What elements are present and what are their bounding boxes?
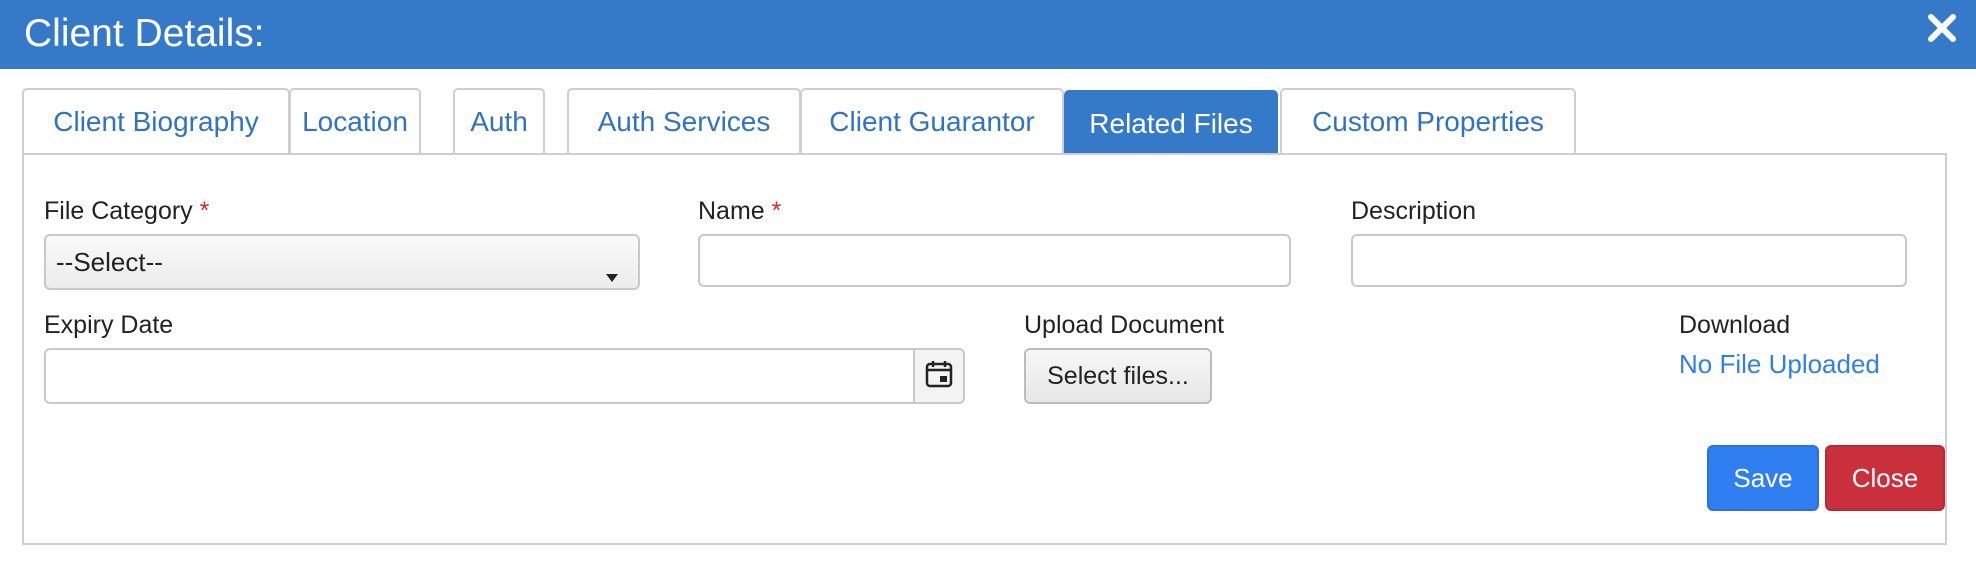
tab-related-files[interactable]: Related Files xyxy=(1064,90,1278,155)
file-category-selected: --Select-- xyxy=(56,246,163,277)
tab-label: Location xyxy=(302,105,408,137)
tab-label: Auth xyxy=(470,105,528,137)
tab-auth[interactable]: Auth xyxy=(453,88,545,153)
tab-label: Related Files xyxy=(1089,107,1253,139)
file-category-label: File Category * xyxy=(44,197,209,226)
file-category-label-text: File Category xyxy=(44,197,193,225)
no-file-uploaded-link[interactable]: No File Uploaded xyxy=(1679,349,1880,380)
dialog-header: Client Details: xyxy=(0,0,1976,69)
upload-document-label: Upload Document xyxy=(1024,311,1225,339)
expiry-date-label: Expiry Date xyxy=(44,311,174,339)
tab-client-biography[interactable]: Client Biography xyxy=(22,88,290,153)
close-button[interactable]: Close xyxy=(1825,445,1945,511)
required-asterisk: * xyxy=(771,197,782,225)
tab-auth-services[interactable]: Auth Services xyxy=(567,88,801,153)
tab-client-guarantor[interactable]: Client Guarantor xyxy=(800,88,1064,153)
expiry-date-input[interactable] xyxy=(44,348,915,404)
calendar-icon xyxy=(924,359,954,394)
description-label: Description xyxy=(1351,197,1477,225)
name-label-text: Name xyxy=(698,197,765,225)
description-input[interactable] xyxy=(1351,234,1907,287)
close-icon[interactable] xyxy=(1926,12,1958,44)
dialog-title: Client Details: xyxy=(24,12,265,55)
download-label: Download xyxy=(1679,311,1791,339)
chevron-down-icon xyxy=(604,260,620,291)
calendar-button[interactable] xyxy=(913,348,965,404)
select-files-button[interactable]: Select files... xyxy=(1024,348,1212,404)
required-asterisk: * xyxy=(199,197,210,225)
tab-label: Custom Properties xyxy=(1312,105,1544,137)
tab-location[interactable]: Location xyxy=(289,88,421,153)
tab-label: Auth Services xyxy=(597,105,771,137)
file-category-select[interactable]: --Select-- xyxy=(44,234,640,290)
tab-label: Client Biography xyxy=(53,105,259,137)
tab-custom-properties[interactable]: Custom Properties xyxy=(1280,88,1576,153)
tab-label: Client Guarantor xyxy=(829,105,1035,137)
name-input[interactable] xyxy=(698,234,1291,287)
related-files-panel: File Category * --Select-- Name * Descri… xyxy=(22,153,1947,545)
name-label: Name * xyxy=(698,197,781,226)
save-button[interactable]: Save xyxy=(1707,445,1819,511)
